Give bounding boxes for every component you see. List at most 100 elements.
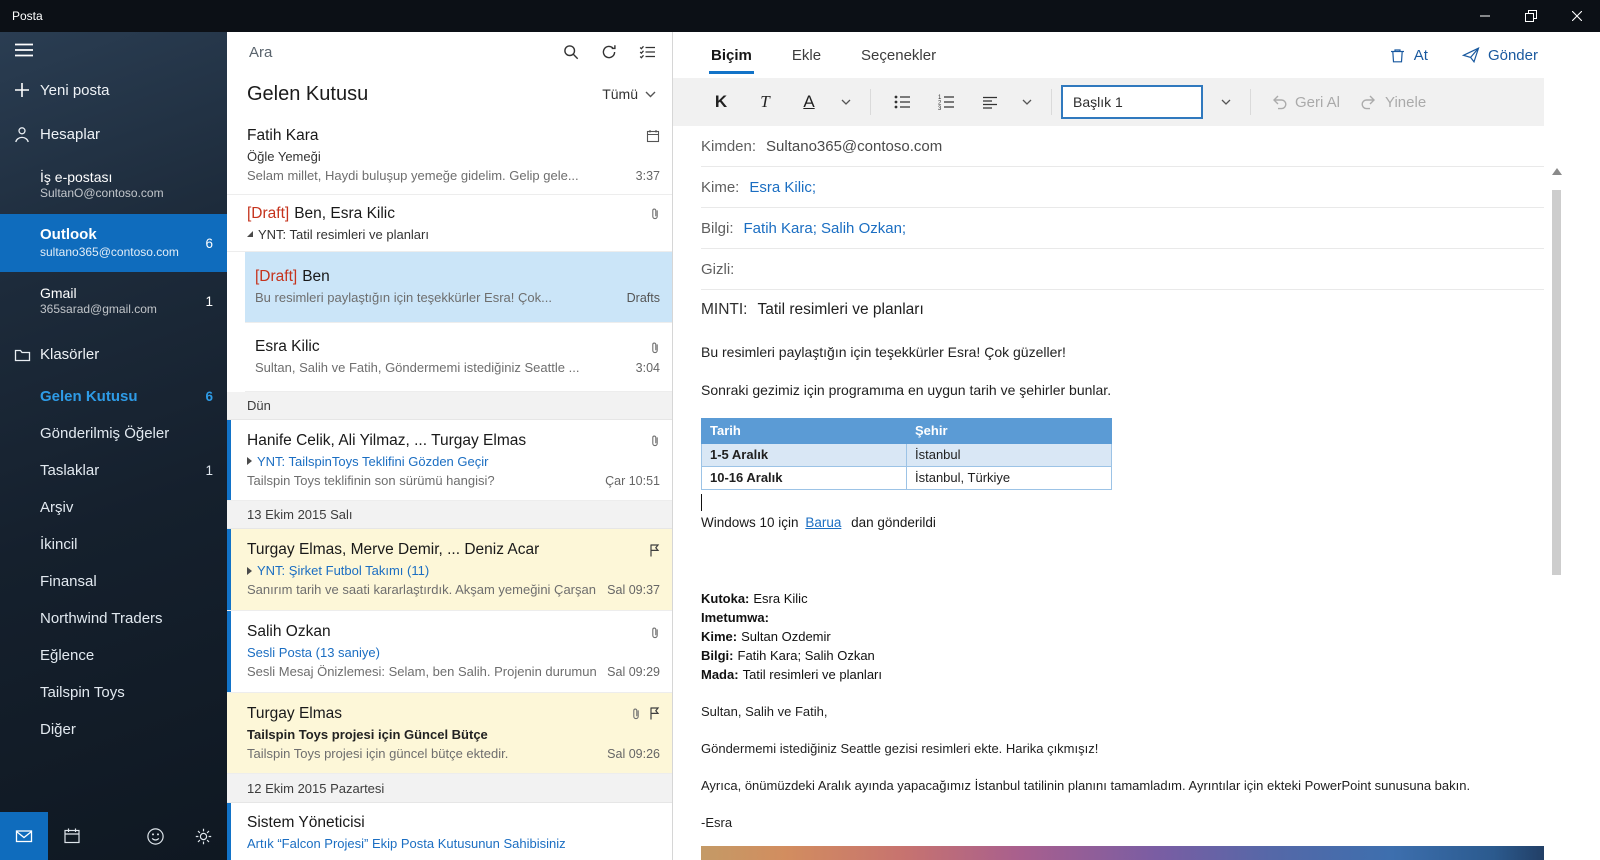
account-gmail[interactable]: Gmail 365sarad@gmail.com 1	[0, 272, 227, 330]
thread-collapsed-icon[interactable]	[247, 566, 252, 575]
message-body-editor[interactable]: Bu resimleri paylaştığın için teşekkürle…	[673, 330, 1600, 860]
thread-collapsed-icon[interactable]	[247, 457, 252, 465]
list-title: Gelen Kutusu	[247, 82, 369, 105]
paragraph-options-dropdown[interactable]	[1012, 85, 1042, 119]
underline-button[interactable]: A	[787, 85, 831, 119]
folder-label: İkincil	[40, 536, 78, 553]
bcc-field[interactable]: Gizli:	[701, 249, 1544, 290]
discard-button[interactable]: At	[1389, 47, 1428, 64]
sidebar-folder-northwind[interactable]: Northwind Traders	[0, 600, 227, 637]
thread-expanded-icon[interactable]	[247, 231, 253, 237]
bullet-list-button[interactable]	[880, 85, 924, 119]
account-work-email[interactable]: İş e-postası SultanO@contoso.com	[0, 156, 227, 214]
quote-label: Bilgi:	[701, 648, 734, 663]
message-row-flagged[interactable]: Turgay Elmas Tailspin Toys projesi için …	[227, 693, 672, 774]
message-subject: Artık “Falcon Projesi” Ekip Posta Kutusu…	[247, 836, 566, 851]
tab-insert[interactable]: Ekle	[792, 32, 821, 78]
thread-header-row[interactable]: [Draft] Ben, Esra Kilic YNT: Tatil resiml…	[227, 195, 672, 252]
scrollbar-thumb[interactable]	[1552, 190, 1561, 575]
folders-header[interactable]: Klasörler	[0, 330, 227, 378]
quote-label: Kutoka:	[701, 591, 750, 606]
sync-button[interactable]	[590, 34, 628, 70]
account-text: Outlook sultano365@contoso.com	[40, 226, 179, 260]
hamburger-menu-button[interactable]	[0, 32, 227, 68]
message-sender: Salih Ozkan	[247, 623, 331, 640]
close-button[interactable]	[1554, 0, 1600, 32]
person-icon	[14, 126, 40, 143]
sidebar-folder-financial[interactable]: Finansal	[0, 563, 227, 600]
account-name: Outlook	[40, 226, 97, 244]
redo-button[interactable]: Yinele	[1350, 85, 1436, 119]
sidebar-folder-tailspin[interactable]: Tailspin Toys	[0, 674, 227, 711]
scroll-up-arrow-icon[interactable]	[1552, 168, 1562, 175]
numbered-list-button[interactable]: 123	[924, 85, 968, 119]
bottom-dock	[0, 812, 227, 860]
mail-view-button[interactable]	[0, 812, 48, 860]
cc-recipients[interactable]: Fatih Kara; Salih Ozkan;	[744, 220, 907, 237]
undo-button[interactable]: Geri Al	[1260, 85, 1350, 119]
search-button[interactable]	[552, 34, 590, 70]
cc-field[interactable]: Bilgi: Fatih Kara; Salih Ozkan;	[701, 208, 1544, 249]
minimize-button[interactable]	[1462, 0, 1508, 32]
selection-mode-icon	[639, 45, 655, 59]
message-row[interactable]: Hanife Celik, Ali Yilmaz, ... Turgay Elm…	[227, 420, 672, 501]
to-label: Kime:	[701, 178, 740, 196]
flag-icon[interactable]	[648, 543, 660, 558]
window-controls	[1462, 0, 1600, 32]
thread-subject: YNT: Şirket Futbol Takımı (11)	[247, 561, 660, 580]
table-cell: İstanbul	[906, 443, 1112, 467]
style-dropdown[interactable]	[1211, 85, 1241, 119]
sidebar-folder-other[interactable]: Diğer	[0, 711, 227, 748]
selection-mode-button[interactable]	[628, 34, 666, 70]
sidebar-folder-sent[interactable]: Gönderilmiş Öğeler	[0, 415, 227, 452]
restore-button[interactable]	[1508, 0, 1554, 32]
gear-icon	[195, 828, 211, 844]
send-button[interactable]: Gönder	[1461, 47, 1538, 64]
italic-button[interactable]: T	[743, 85, 787, 119]
accounts-header[interactable]: Hesaplar	[0, 112, 227, 156]
filter-dropdown[interactable]: Tümü	[602, 86, 656, 102]
tab-options[interactable]: Seçenekler	[861, 32, 936, 78]
unread-count-badge: 1	[205, 293, 213, 309]
settings-button[interactable]	[179, 812, 227, 860]
bold-button[interactable]: K	[699, 85, 743, 119]
new-mail-button[interactable]: Yeni posta	[0, 68, 227, 112]
to-field[interactable]: Kime: Esra Kilic;	[701, 167, 1544, 208]
trip-dates-table: Tarih Şehir 1-5 Aralık İstanbul 10-16 Ar…	[701, 418, 1112, 490]
paragraph-align-button[interactable]	[968, 85, 1012, 119]
search-input[interactable]	[247, 42, 552, 62]
accounts-header-label: Hesaplar	[40, 125, 101, 143]
sidebar-folder-secondary[interactable]: İkincil	[0, 526, 227, 563]
message-row[interactable]: Fatih Kara Öğle Yemeği Selam millet, Hay…	[227, 116, 672, 195]
sidebar-folder-drafts[interactable]: Taslaklar 1	[0, 452, 227, 489]
calendar-view-button[interactable]	[48, 812, 96, 860]
feedback-button[interactable]	[131, 812, 179, 860]
table-header-cell: Tarih	[701, 418, 907, 444]
meeting-calendar-icon	[646, 129, 660, 142]
font-options-dropdown[interactable]	[831, 85, 861, 119]
message-row[interactable]: Sistem Yöneticisi Artık “Falcon Projesi”…	[227, 803, 672, 860]
sidebar-folder-fun[interactable]: Eğlence	[0, 637, 227, 674]
flag-icon[interactable]	[648, 706, 660, 721]
subject-field[interactable]: MINTI: Tatil resimleri ve planları	[701, 290, 1544, 330]
tab-format[interactable]: Biçim	[709, 32, 754, 78]
paperclip-icon	[633, 708, 639, 720]
sidebar-folder-archive[interactable]: Arşiv	[0, 489, 227, 526]
message-row-selected[interactable]: [Draft] Ben Bu resimleri paylaştığın için…	[245, 252, 672, 323]
undo-label: Geri Al	[1295, 93, 1341, 111]
sidebar-folder-inbox[interactable]: Gelen Kutusu 6	[0, 378, 227, 415]
account-outlook[interactable]: Outlook sultano365@contoso.com 6	[0, 214, 227, 272]
to-recipients[interactable]: Esra Kilic;	[749, 179, 816, 196]
message-sender: Esra Kilic	[255, 338, 320, 355]
message-row[interactable]: Salih Ozkan Sesli Posta (13 saniye) Sesl…	[227, 611, 672, 693]
message-row-flagged[interactable]: Turgay Elmas, Merve Demir, ... Deniz Aca…	[227, 529, 672, 611]
sent-from-line: Windows 10 için Barua dan gönderildi	[701, 513, 1544, 533]
reading-pane-scrollbar[interactable]	[1550, 168, 1564, 860]
message-subject: Sesli Posta (13 saniye)	[247, 645, 380, 660]
from-field[interactable]: Kimden: Sultano365@contoso.com	[701, 126, 1544, 167]
message-preview: Sesli Mesaj Önizlemesi: Selam, ben Salih…	[247, 664, 597, 679]
mail-app-link[interactable]: Barua	[805, 515, 841, 530]
bcc-label: Gizli:	[701, 260, 735, 278]
style-picker[interactable]: Başlık 1	[1061, 85, 1203, 119]
message-row[interactable]: Esra Kilic Sultan, Salih ve Fatih, Gönde…	[245, 323, 672, 392]
